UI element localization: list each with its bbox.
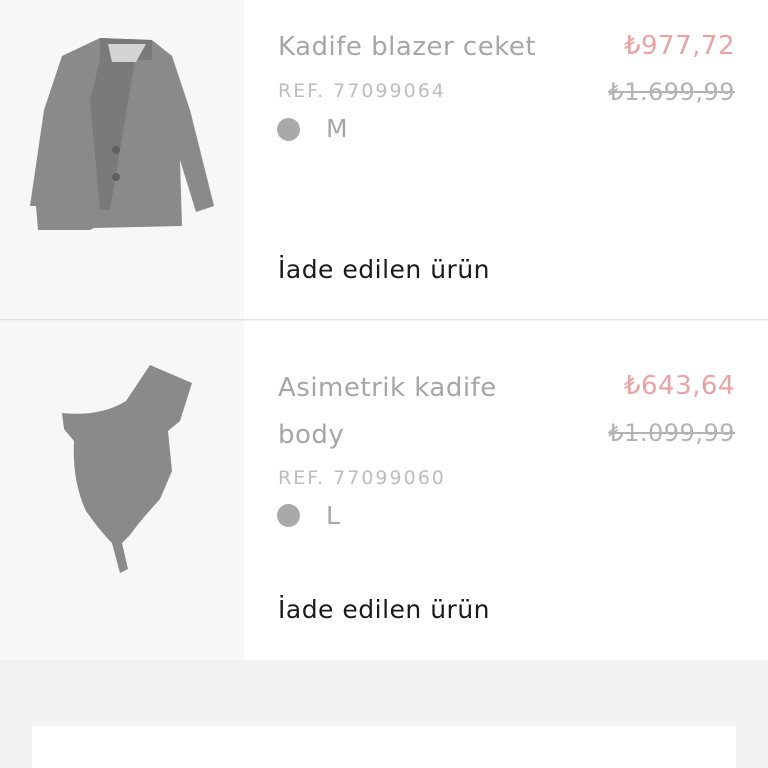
product-name-line2[interactable]: body	[278, 412, 344, 458]
product-name[interactable]: Kadife blazer ceket	[278, 24, 536, 70]
product-image[interactable]	[0, 0, 244, 319]
order-item[interactable]: Asimetrik kadife body REF. 77099060 L ₺6…	[0, 321, 768, 660]
bodysuit-image	[62, 365, 192, 573]
product-reference: REF. 77099060	[278, 467, 446, 489]
summary-card	[32, 726, 736, 768]
sale-price: ₺977,72	[623, 31, 735, 61]
original-price: ₺1.699,99	[608, 78, 735, 106]
size-label: M	[326, 114, 348, 143]
size-label: L	[326, 501, 340, 530]
product-reference: REF. 77099064	[278, 80, 446, 102]
original-price: ₺1.099,99	[608, 419, 735, 447]
sale-price: ₺643,64	[623, 371, 735, 401]
order-item[interactable]: Kadife blazer ceket REF. 77099064 M ₺977…	[0, 0, 768, 320]
product-image[interactable]	[0, 321, 244, 660]
product-name-line1[interactable]: Asimetrik kadife	[278, 365, 497, 411]
return-status: İade edilen ürün	[278, 595, 491, 624]
color-swatch	[277, 504, 300, 527]
return-status: İade edilen ürün	[278, 255, 491, 284]
color-swatch	[277, 118, 300, 141]
blazer-jacket-image	[30, 38, 214, 230]
